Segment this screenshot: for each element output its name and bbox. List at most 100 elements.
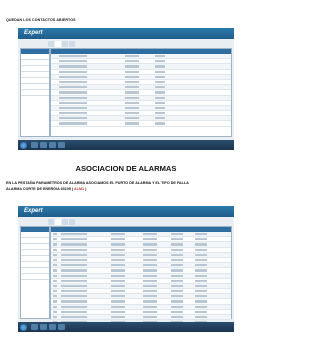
- tab-4[interactable]: [69, 41, 75, 47]
- taskbar-app-icon[interactable]: [58, 142, 65, 148]
- table-cell: [125, 117, 139, 120]
- sidebar: [20, 48, 50, 137]
- table-cell: [111, 243, 125, 246]
- table-cell: [111, 305, 125, 308]
- table-cell: [155, 80, 165, 84]
- sidebar: [20, 226, 50, 319]
- table-cell: [125, 65, 139, 68]
- taskbar-app-icon[interactable]: [31, 324, 38, 330]
- table-cell: [195, 279, 207, 282]
- table-cell: [143, 253, 157, 256]
- table-cell: [53, 238, 57, 241]
- table-cell: [53, 253, 57, 256]
- table-cell: [61, 248, 87, 251]
- tab-3[interactable]: [62, 219, 68, 225]
- alarm-parameters-table: [51, 232, 231, 332]
- app-window: [18, 217, 234, 332]
- table-cell: [171, 264, 183, 267]
- table-cell: [195, 310, 207, 313]
- taskbar-app-icon[interactable]: [40, 142, 47, 148]
- table-cell: [155, 101, 165, 104]
- table-cell: [155, 75, 165, 78]
- table-cell: [59, 122, 87, 125]
- table-cell: [143, 305, 157, 308]
- table-cell: [61, 238, 87, 241]
- table-cell: [111, 300, 125, 303]
- table-cell: [111, 264, 125, 267]
- sidebar-item[interactable]: [21, 274, 49, 280]
- tab-1[interactable]: [48, 219, 54, 225]
- table-cell: [195, 253, 207, 256]
- main-panel: [50, 226, 232, 332]
- table-cell: [111, 290, 125, 293]
- taskbar-app-icon[interactable]: [40, 324, 47, 330]
- table-cell: [61, 295, 87, 298]
- table-cell: [61, 258, 87, 262]
- screenshot-alarm-parameters: Expert: [18, 206, 234, 332]
- tab-2[interactable]: [55, 219, 61, 225]
- table-cell: [53, 279, 57, 282]
- table-cell: [61, 284, 87, 288]
- app-logo: Expert: [24, 30, 43, 36]
- tab-4[interactable]: [69, 219, 75, 225]
- table-cell: [53, 295, 57, 298]
- table-cell: [59, 80, 87, 84]
- table-cell: [125, 86, 139, 89]
- table-cell: [195, 284, 207, 288]
- table-cell: [143, 258, 157, 262]
- table-cell: [155, 65, 165, 68]
- table-cell: [171, 284, 183, 288]
- table-cell: [143, 279, 157, 282]
- table-cell: [155, 60, 165, 63]
- table-cell: [53, 284, 57, 288]
- taskbar-app-icon[interactable]: [31, 142, 38, 148]
- table-cell: [171, 310, 183, 313]
- tab-2[interactable]: [55, 41, 61, 47]
- table-cell: [59, 112, 87, 115]
- table-cell: [125, 75, 139, 78]
- taskbar-app-icon[interactable]: [58, 324, 65, 330]
- app-tabs: [48, 219, 75, 225]
- table-cell: [171, 295, 183, 298]
- table-cell: [61, 243, 87, 246]
- tab-1[interactable]: [48, 41, 54, 47]
- table-cell: [53, 274, 57, 277]
- table-cell: [59, 65, 87, 68]
- table-cell: [155, 117, 165, 120]
- start-button-icon[interactable]: [20, 323, 27, 331]
- table-cell: [143, 290, 157, 293]
- table-cell: [143, 238, 157, 241]
- alarm-port-highlight: ALM1: [74, 187, 85, 191]
- start-button-icon[interactable]: [20, 141, 27, 149]
- table-cell: [195, 264, 207, 267]
- table-cell: [61, 290, 87, 293]
- table-cell: [155, 86, 165, 89]
- table-cell: [61, 274, 87, 277]
- section-paragraph: EN LA PESTAÑA PARAMETROS DE ALARMA ASOCI…: [6, 180, 246, 192]
- table-cell: [155, 55, 165, 58]
- table-cell: [143, 316, 157, 319]
- table-cell: [125, 106, 139, 110]
- taskbar-app-icon[interactable]: [49, 142, 56, 148]
- sidebar-item[interactable]: [21, 90, 49, 96]
- table-cell: [195, 305, 207, 308]
- screenshot-contacts: Expert: [18, 28, 234, 150]
- table-cell: [171, 279, 183, 282]
- table-cell: [53, 248, 57, 251]
- table-cell: [59, 60, 87, 63]
- tab-3[interactable]: [62, 41, 68, 47]
- table-row[interactable]: [51, 121, 231, 127]
- table-cell: [125, 112, 139, 115]
- table-cell: [195, 295, 207, 298]
- table-cell: [125, 96, 139, 99]
- contacts-table: [51, 54, 231, 127]
- table-cell: [195, 243, 207, 246]
- app-window: [18, 39, 234, 140]
- table-cell: [59, 106, 87, 110]
- table-cell: [111, 295, 125, 298]
- table-cell: [125, 122, 139, 125]
- table-cell: [155, 91, 165, 94]
- taskbar-app-icon[interactable]: [49, 324, 56, 330]
- table-cell: [143, 310, 157, 313]
- table-cell: [143, 248, 157, 251]
